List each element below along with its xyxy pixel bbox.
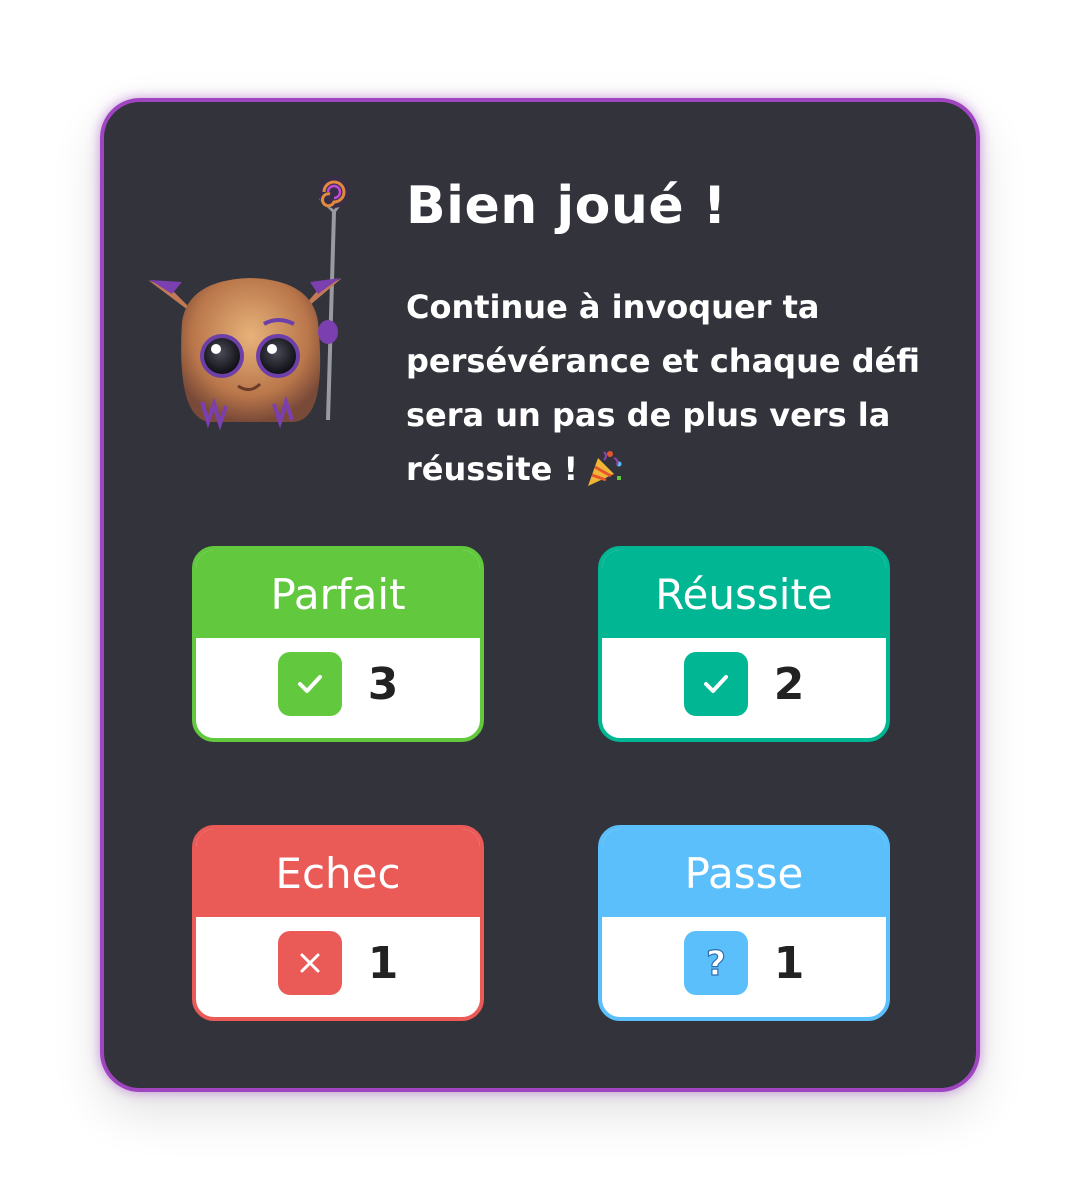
stat-count: 1 (773, 937, 805, 989)
stat-card-reussite: Réussite 2 (598, 546, 890, 742)
stat-header: Réussite (602, 550, 886, 638)
question-icon: ? (683, 931, 748, 995)
stat-header: Echec (196, 829, 480, 917)
message-text: Continue à invoquer ta persévérance et c… (406, 288, 921, 488)
stat-body: 2 (602, 634, 886, 734)
stat-body: 1 (196, 913, 480, 1013)
stat-card-echec: Echec 1 (192, 825, 484, 1021)
stat-card-parfait: Parfait 3 (192, 546, 484, 742)
stat-header: Passe (602, 829, 886, 917)
cross-icon (277, 931, 342, 995)
stat-label: Réussite (655, 569, 833, 619)
result-card: Bien joué ! Continue à invoquer ta persé… (100, 98, 980, 1092)
stat-body: ? 1 (602, 913, 886, 1013)
stat-label: Parfait (270, 569, 406, 619)
stat-count: 1 (367, 937, 399, 989)
stat-label: Passe (684, 848, 804, 898)
party-popper-icon (588, 451, 622, 486)
svg-text:?: ? (706, 944, 726, 983)
stat-header: Parfait (196, 550, 480, 638)
check-icon (683, 652, 748, 716)
mascot-illustration (148, 176, 350, 431)
stat-label: Echec (275, 848, 401, 898)
stat-count: 3 (367, 658, 399, 710)
stat-card-passe: Passe ? 1 (598, 825, 890, 1021)
dialog-title: Bien joué ! (406, 176, 728, 236)
stat-body: 3 (196, 634, 480, 734)
check-icon (277, 652, 342, 716)
stat-count: 2 (773, 658, 805, 710)
dialog-message: Continue à invoquer ta persévérance et c… (406, 280, 946, 496)
